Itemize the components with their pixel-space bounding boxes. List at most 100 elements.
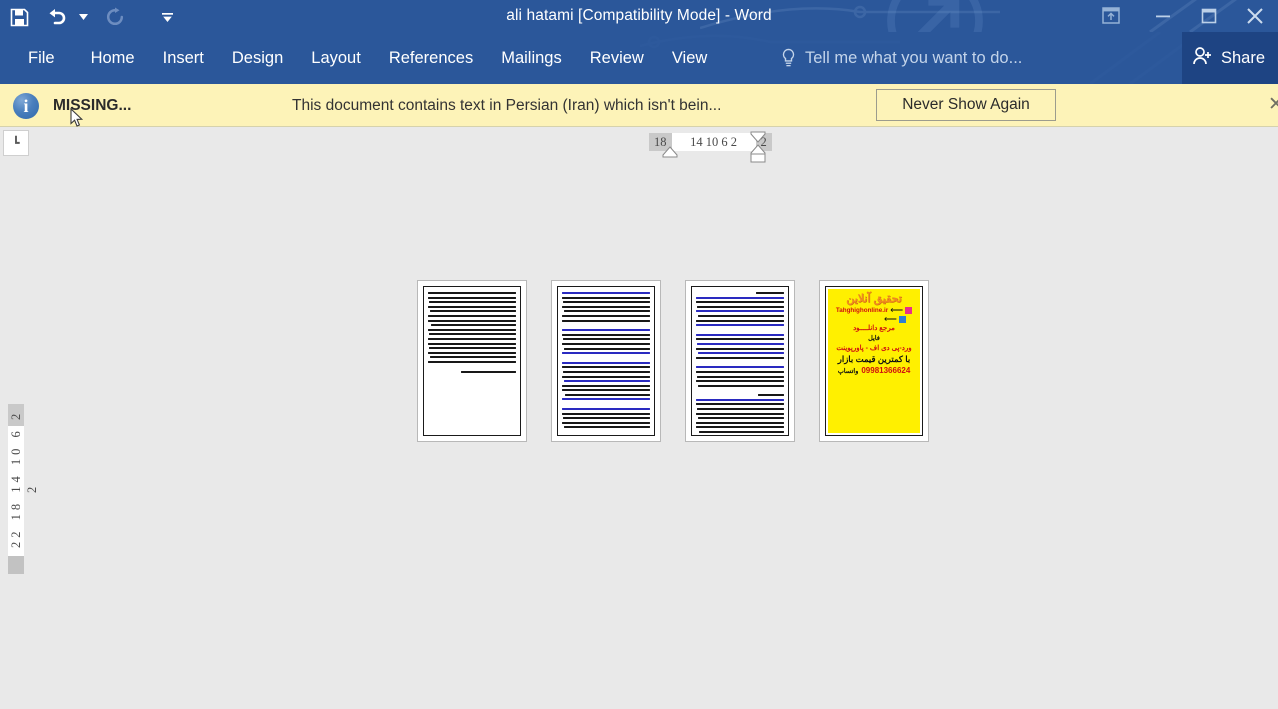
text-line [696,333,784,336]
text-line [562,398,650,401]
tab-view[interactable]: View [658,32,721,84]
vruler-top-margin: 2 [8,404,24,426]
ribbon-tab-bar: File Home Insert Design Layout Reference… [0,32,1278,84]
tab-design[interactable]: Design [218,32,297,84]
text-line [428,319,516,322]
ruler-text-area: 14 10 6 2 [671,133,756,151]
text-line [562,305,650,308]
never-show-again-button[interactable]: Never Show Again [876,89,1056,121]
text-line [562,366,650,369]
title-bar: ali hatami [Compatibility Mode] - Word [0,0,1278,32]
tab-view-label: View [671,48,708,67]
close-icon[interactable] [1232,0,1278,32]
text-line [696,421,784,424]
tab-review[interactable]: Review [576,32,658,84]
text-line [563,380,650,383]
page-thumbnail-4[interactable]: تحقیق آنلاین Tahghighonline.ir ⟵ ⟵ مرجع … [819,280,929,442]
text-line [562,333,650,336]
tab-home[interactable]: Home [77,32,149,84]
text-line [428,314,516,317]
text-line [696,347,784,350]
share-button[interactable]: Share [1182,32,1278,84]
ad-site-row: Tahghighonline.ir ⟵ [830,306,918,315]
text-line [696,319,784,322]
text-line [562,319,650,322]
minimize-icon[interactable] [1140,0,1186,32]
text-line [696,366,784,369]
page-thumbnail-1[interactable] [417,280,527,442]
tab-references[interactable]: References [375,32,487,84]
window-controls [1082,0,1278,32]
text-line [562,417,650,420]
text-line [428,351,516,354]
text-line [562,301,650,304]
text-line [696,301,784,304]
first-line-indent-marker[interactable] [662,146,678,158]
notification-close-icon[interactable]: ✕ [1268,95,1278,115]
text-line [696,398,784,401]
page-thumbnail-3[interactable] [685,280,795,442]
tab-references-label: References [388,48,474,67]
tab-stop-selector[interactable]: ┗ [3,130,29,156]
text-line [564,393,650,396]
ad-line3: ورد-پی دی اف - پاورپوینت [836,345,912,352]
ribbon-display-options-icon[interactable] [1082,0,1140,32]
text-line [428,333,516,336]
text-line [428,301,516,304]
text-line [428,328,516,331]
text-line [562,375,650,378]
notification-message: This document contains text in Persian (… [292,97,722,114]
page-1-content [423,286,521,436]
page-thumbnail-2[interactable] [551,280,661,442]
text-line [696,296,784,299]
text-line [696,412,784,415]
vruler-text-area: 22 18 14 10 6 2 [8,426,39,556]
hanging-indent-marker[interactable] [750,131,766,143]
tab-insert[interactable]: Insert [149,32,218,84]
text-line [696,380,784,383]
instagram-icon [905,306,913,314]
ad-site-row2: ⟵ [830,315,918,324]
text-line [562,421,650,424]
text-line [429,356,516,359]
ad-site-label: Tahghighonline.ir [835,306,889,314]
text-line [429,310,516,313]
vruler-number-2: 2 [9,409,23,421]
text-line [696,356,784,359]
text-line [562,292,650,294]
text-line [696,310,784,313]
ad-line1: مرجع دانلــــود [853,325,895,332]
text-line [696,342,784,345]
tab-home-label: Home [90,48,135,67]
text-line [696,408,784,411]
tell-me-search[interactable]: Tell me what you want to do... [781,32,1022,84]
text-line [428,360,516,363]
share-label: Share [1221,48,1266,67]
tab-mailings[interactable]: Mailings [487,32,576,84]
page-4-content: تحقیق آنلاین Tahghighonline.ir ⟵ ⟵ مرجع … [825,286,923,436]
text-line [696,375,784,378]
text-line [430,324,516,327]
tab-layout[interactable]: Layout [297,32,375,84]
vertical-ruler[interactable]: 2 22 18 14 10 6 2 [8,404,39,556]
tab-insert-label: Insert [162,48,204,67]
text-line [563,426,650,429]
text-line [562,384,650,387]
right-indent-box-marker[interactable] [750,153,766,163]
text-line [696,370,784,373]
maximize-icon[interactable] [1186,0,1232,32]
tab-file-label: File [28,48,55,67]
ad-logo: تحقیق آنلاین [846,293,902,305]
text-line [461,370,516,373]
tell-me-placeholder: Tell me what you want to do... [805,48,1023,67]
text-line [562,361,650,364]
advertisement: تحقیق آنلاین Tahghighonline.ir ⟵ ⟵ مرجع … [828,289,920,433]
ad-phone-suffix: واتساپ [837,367,859,375]
text-line [562,314,650,317]
text-line [696,426,784,429]
tab-layout-label: Layout [311,48,361,67]
person-add-icon [1192,46,1214,71]
text-line [697,314,784,317]
tab-file[interactable]: File [0,32,77,84]
